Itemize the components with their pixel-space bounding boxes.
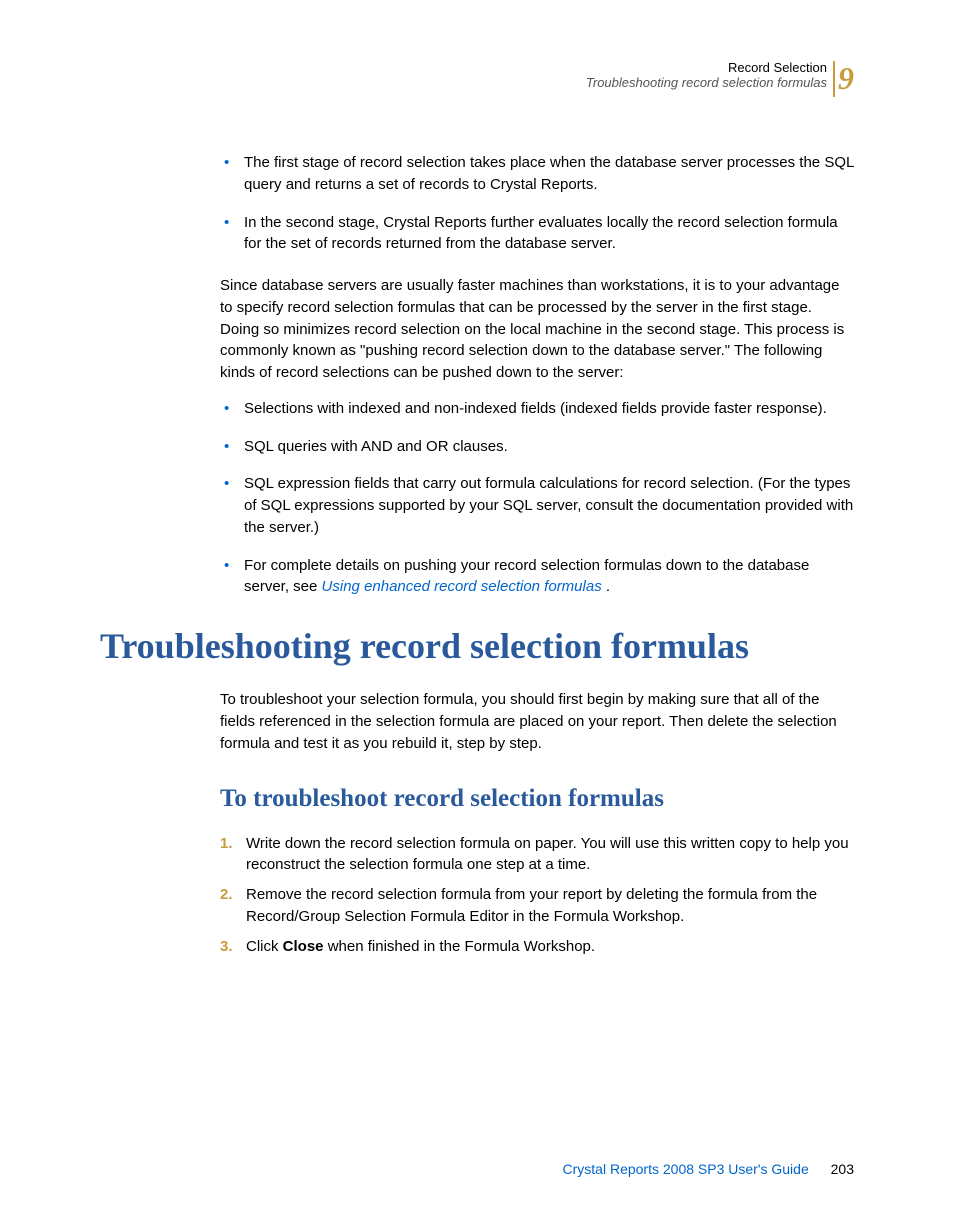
page-header: Record Selection Troubleshooting record … [100, 60, 854, 97]
section-heading: Troubleshooting record selection formula… [100, 626, 854, 667]
chapter-bar-icon [833, 61, 835, 97]
body-paragraph: To troubleshoot your selection formula, … [220, 689, 854, 754]
body-paragraph: Since database servers are usually faste… [220, 275, 854, 384]
subsection-heading: To troubleshoot record selection formula… [220, 785, 854, 813]
page-footer: Crystal Reports 2008 SP3 User's Guide 20… [563, 1161, 854, 1177]
list-item: For complete details on pushing your rec… [220, 555, 854, 599]
step-number: 1. [220, 833, 233, 855]
chapter-badge: 9 [833, 60, 854, 97]
bullet-text-suffix: . [602, 578, 610, 595]
step-text-prefix: Click [246, 938, 283, 955]
step-text-bold: Close [283, 938, 324, 955]
chapter-number: 9 [838, 60, 854, 97]
header-text-block: Record Selection Troubleshooting record … [586, 60, 827, 90]
step-item: 3. Click Close when finished in the Form… [220, 936, 854, 958]
list-item: SQL queries with AND and OR clauses. [220, 436, 854, 458]
footer-guide-name: Crystal Reports 2008 SP3 User's Guide [563, 1161, 809, 1177]
list-item: The first stage of record selection take… [220, 152, 854, 196]
step-text-suffix: when finished in the Formula Workshop. [324, 938, 596, 955]
step-text: Write down the record selection formula … [246, 835, 849, 874]
step-text: Remove the record selection formula from… [246, 886, 817, 925]
list-item: In the second stage, Crystal Reports fur… [220, 212, 854, 256]
steps-list: 1. Write down the record selection formu… [220, 833, 854, 958]
list-item: SQL expression fields that carry out for… [220, 473, 854, 538]
step-item: 2. Remove the record selection formula f… [220, 884, 854, 928]
step-number: 2. [220, 884, 233, 906]
footer-page-number: 203 [831, 1161, 854, 1177]
header-title: Record Selection [728, 60, 827, 75]
step-number: 3. [220, 936, 233, 958]
header-subtitle: Troubleshooting record selection formula… [586, 75, 827, 90]
step-item: 1. Write down the record selection formu… [220, 833, 854, 877]
intro-bullet-list: The first stage of record selection take… [220, 152, 854, 255]
list-item: Selections with indexed and non-indexed … [220, 398, 854, 420]
cross-reference-link[interactable]: Using enhanced record selection formulas [322, 578, 602, 595]
push-down-bullet-list: Selections with indexed and non-indexed … [220, 398, 854, 598]
